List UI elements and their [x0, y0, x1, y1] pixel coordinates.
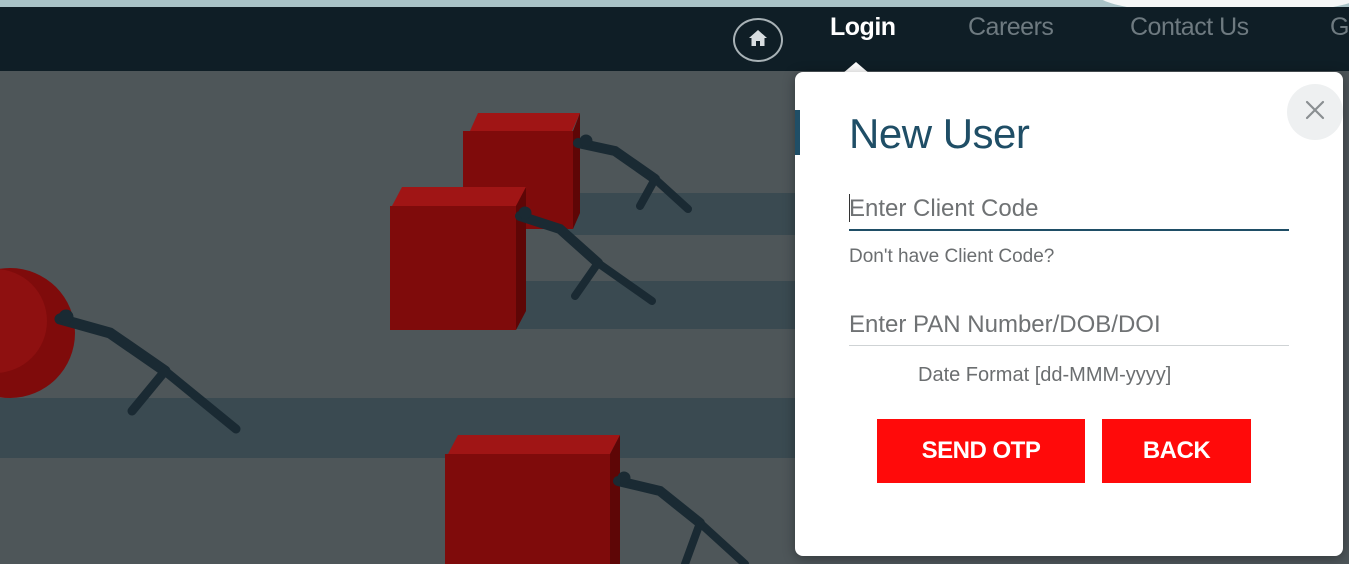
popup-title: New User [849, 110, 1030, 157]
red-cube [390, 187, 526, 330]
home-icon [748, 29, 768, 52]
pan-dob-input[interactable] [849, 304, 1289, 346]
nav-item-truncated[interactable]: G [1330, 13, 1349, 42]
page: Login Careers Contact Us G New User Ente… [0, 0, 1349, 564]
no-client-code-link[interactable]: Don't have Client Code? [849, 246, 1054, 268]
red-cube [445, 435, 620, 564]
hero-illustration [0, 71, 800, 564]
title-accent-bar [795, 110, 800, 155]
new-user-popup: New User Don't have Client Code? Date Fo… [795, 72, 1343, 556]
close-icon [1304, 99, 1326, 126]
client-code-input[interactable] [849, 189, 1289, 231]
nav-careers[interactable]: Careers [968, 13, 1054, 42]
nav-contact-us[interactable]: Contact Us [1130, 13, 1249, 42]
close-button[interactable] [1287, 84, 1343, 140]
send-otp-button[interactable]: SEND OTP [877, 419, 1085, 483]
home-button[interactable] [733, 18, 783, 62]
top-navbar: Login Careers Contact Us G [0, 7, 1349, 71]
nav-login[interactable]: Login [830, 13, 896, 42]
lane-stripe [0, 398, 800, 458]
back-button[interactable]: BACK [1102, 419, 1251, 483]
date-format-note: Date Format [dd-MMM-yyyy] [918, 364, 1172, 386]
text-caret [849, 194, 850, 222]
